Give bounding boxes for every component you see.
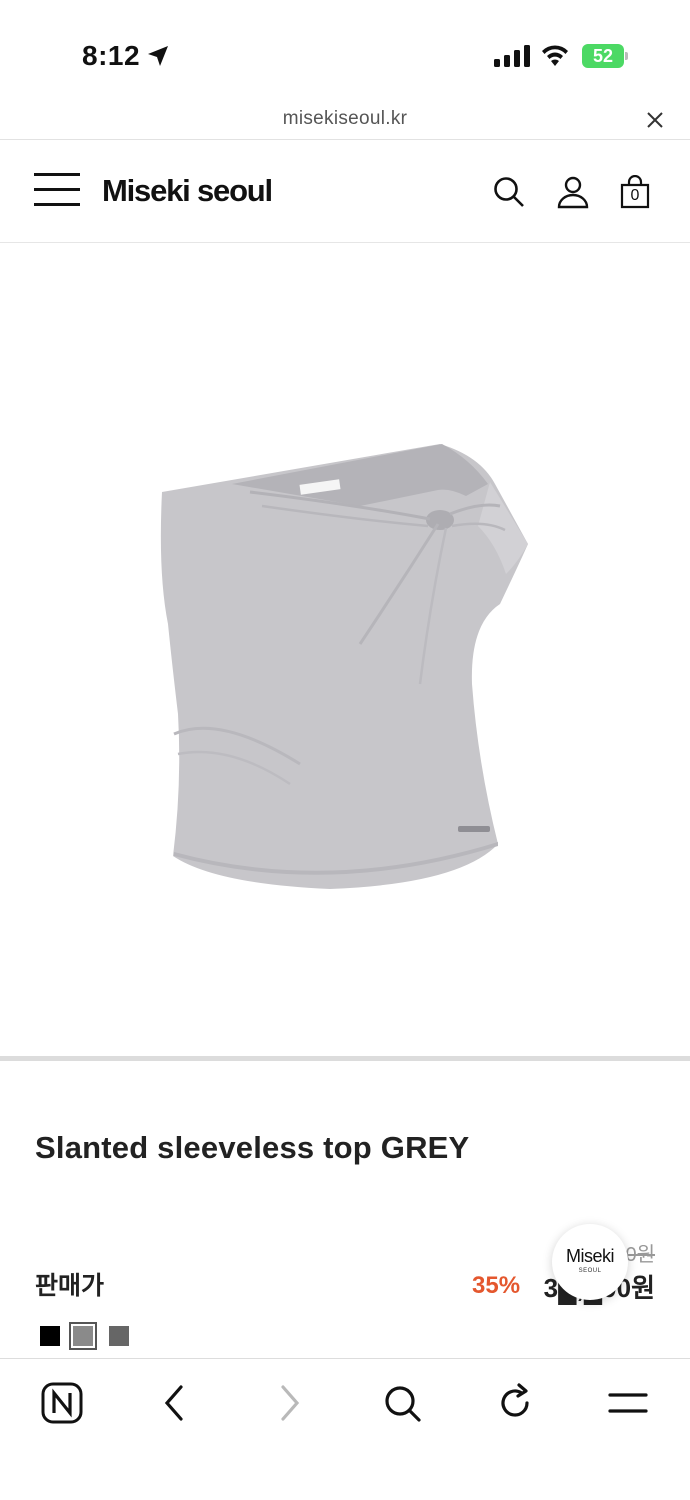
location-arrow-icon xyxy=(148,46,168,66)
url-text[interactable]: misekiseoul.kr xyxy=(0,108,690,130)
search-icon[interactable] xyxy=(380,1381,424,1425)
brand-logo[interactable]: Miseki seoul xyxy=(102,173,273,209)
status-bar: 8:12 52 xyxy=(0,0,690,100)
forward-icon[interactable] xyxy=(267,1381,311,1425)
site-header: Miseki seoul 0 xyxy=(0,141,690,243)
cart-count: 0 xyxy=(630,187,640,204)
status-time: 8:12 xyxy=(82,40,141,71)
user-account-icon[interactable] xyxy=(556,175,590,209)
reload-icon[interactable] xyxy=(493,1381,537,1425)
swatch-dark-grey[interactable] xyxy=(109,1326,129,1346)
search-icon[interactable] xyxy=(492,175,526,209)
battery-level: 52 xyxy=(592,46,614,66)
menu-icon[interactable] xyxy=(606,1381,650,1425)
floating-brand-badge[interactable]: Miseki SEOUL xyxy=(552,1224,628,1300)
battery-indicator: 52 xyxy=(582,44,628,68)
swatch-grey-selected[interactable] xyxy=(69,1322,97,1350)
naver-home-icon[interactable] xyxy=(40,1381,84,1425)
discount-rate: 35% xyxy=(472,1272,521,1299)
url-bar: misekiseoul.kr xyxy=(0,100,690,140)
browser-toolbar xyxy=(0,1358,690,1500)
back-icon[interactable] xyxy=(153,1381,197,1425)
product-photo-sleeveless-top xyxy=(160,444,528,889)
swatch-black[interactable] xyxy=(40,1326,60,1346)
badge-line2: SEOUL xyxy=(578,1268,602,1274)
close-icon[interactable] xyxy=(645,110,665,130)
product-image[interactable] xyxy=(0,244,690,1056)
cellular-signal-icon xyxy=(494,45,530,67)
image-scroll-indicator xyxy=(0,1056,690,1061)
price-label: 판매가 xyxy=(35,1272,105,1300)
wifi-icon xyxy=(542,45,568,66)
badge-line1: Miseki xyxy=(565,1246,615,1266)
hamburger-menu-icon[interactable] xyxy=(34,173,80,207)
product-title: Slanted sleeveless top GREY xyxy=(35,1130,470,1165)
